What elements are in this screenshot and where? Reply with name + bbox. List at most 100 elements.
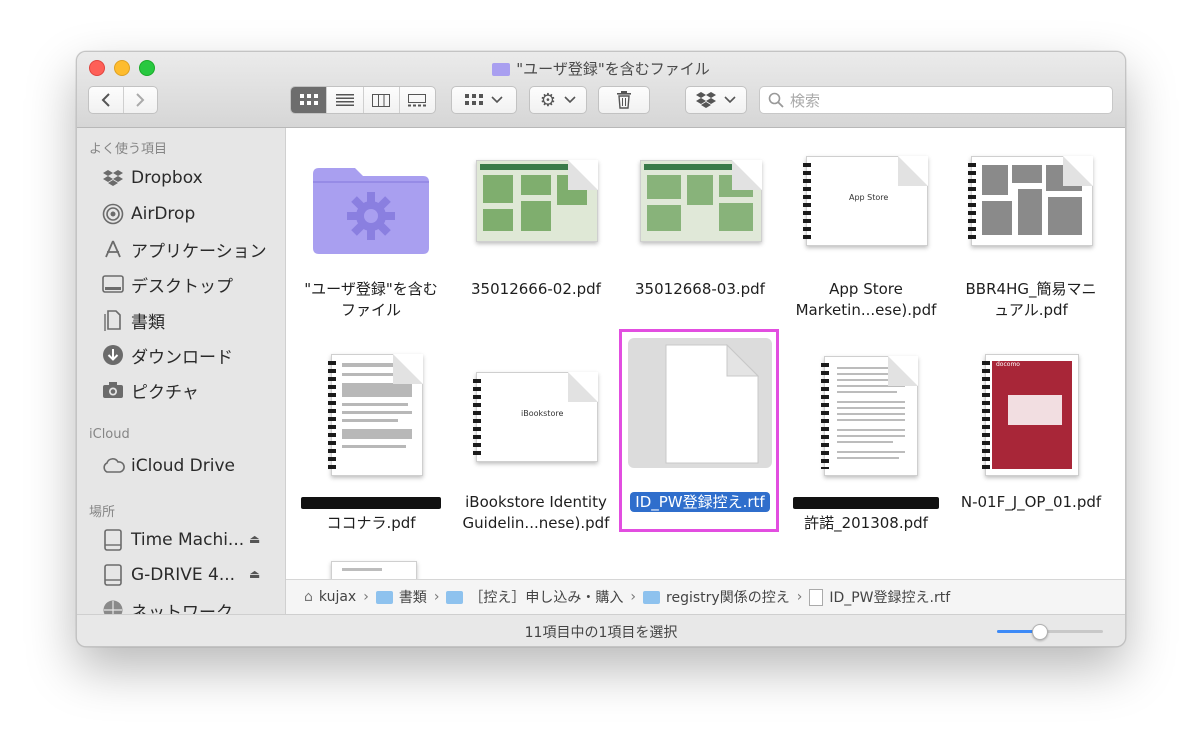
- navigation-buttons: [88, 86, 158, 114]
- sidebar-item-documents[interactable]: 書類: [101, 308, 165, 333]
- binding-spiral: [982, 361, 990, 469]
- file-item-rtf-selected[interactable]: ID_PW登録控え.rtf: [619, 329, 780, 554]
- path-item-documents[interactable]: 書類: [399, 587, 427, 607]
- gallery-view-button[interactable]: [400, 87, 435, 113]
- column-view-button[interactable]: [364, 87, 400, 113]
- binding-spiral: [803, 163, 811, 239]
- sidebar-item-network[interactable]: ネットワーク: [101, 598, 233, 614]
- sidebar-item-label: Time Machi...: [131, 530, 245, 550]
- sidebar-item-g-drive[interactable]: G-DRIVE 4...: [101, 563, 235, 587]
- sidebar-item-pictures[interactable]: ピクチャ: [101, 378, 199, 403]
- delete-button[interactable]: [598, 86, 650, 114]
- icon-view-button[interactable]: [291, 87, 328, 113]
- sidebar-item-label: ネットワーク: [131, 602, 233, 615]
- locations-heading: 場所: [89, 505, 116, 520]
- redacted-name: [786, 492, 946, 513]
- grid-icon: [299, 94, 318, 105]
- columns-icon: [372, 93, 391, 107]
- page-fold: [393, 354, 423, 384]
- list-view-button[interactable]: [327, 87, 364, 113]
- chevron-left-icon: [101, 93, 110, 107]
- chevron-down-icon: [491, 96, 503, 104]
- sidebar-item-airdrop[interactable]: AirDrop: [101, 202, 195, 226]
- disk-icon: [101, 564, 125, 586]
- file-item-folder[interactable]: "ユーザ登録"を含む ファイル: [291, 148, 451, 338]
- slider-knob[interactable]: [1032, 624, 1048, 640]
- trash-icon: [617, 91, 631, 109]
- file-name: 35012666-02.pdf: [471, 280, 601, 298]
- sidebar-item-applications[interactable]: アプリケーション: [101, 237, 267, 262]
- sidebar-item-dropbox[interactable]: Dropbox: [101, 166, 203, 190]
- sidebar-item-time-machine[interactable]: Time Machi...: [101, 528, 244, 552]
- path-item-file[interactable]: ID_PW登録控え.rtf: [829, 587, 950, 607]
- file-item-pdf[interactable]: 許諾_201308.pdf: [786, 354, 946, 554]
- binding-spiral: [328, 361, 336, 469]
- sidebar-item-label: iCloud Drive: [131, 456, 236, 476]
- back-button[interactable]: [89, 87, 124, 113]
- path-item-folder[interactable]: registry関係の控え: [666, 587, 790, 607]
- icon-size-slider[interactable]: [997, 624, 1103, 640]
- file-item-pdf[interactable]: ココナラ.pdf: [291, 354, 451, 554]
- sidebar-item-icloud-drive[interactable]: iCloud Drive: [101, 454, 235, 478]
- window-title-text: "ユーザ登録"を含むファイル: [516, 60, 710, 78]
- documents-icon: [101, 309, 125, 331]
- airdrop-icon: [101, 203, 125, 225]
- page-fold: [568, 160, 598, 190]
- list-icon: [335, 94, 354, 106]
- sidebar-item-label: 書類: [131, 312, 165, 333]
- pdf-thumbnail: [328, 354, 423, 476]
- window-title: "ユーザ登録"を含むファイル: [77, 58, 1125, 79]
- chevron-down-icon: [564, 96, 576, 104]
- pdf-thumbnail: docomo: [982, 354, 1079, 476]
- sidebar-item-label: G-DRIVE 4...: [131, 565, 236, 585]
- gallery-icon: [408, 93, 427, 106]
- eject-icon[interactable]: ⏏: [249, 532, 260, 546]
- thumbnail-title: iBookstore: [521, 409, 564, 418]
- file-item-pdf[interactable]: 35012668-03.pdf: [620, 148, 780, 338]
- dropbox-icon: [101, 167, 125, 189]
- folder-icon: [643, 590, 661, 604]
- sidebar-item-desktop[interactable]: デスクトップ: [101, 272, 233, 297]
- forward-button[interactable]: [124, 87, 158, 113]
- file-item-pdf[interactable]: App Store App Store Marketin...ese).pdf: [786, 148, 946, 338]
- page-fold: [898, 156, 928, 186]
- file-item-pdf[interactable]: 35012666-02.pdf: [456, 148, 616, 338]
- file-item-pdf[interactable]: docomo N-01F_J_OP_01.pdf: [951, 354, 1111, 554]
- gear-icon: ⚙: [539, 89, 557, 111]
- file-name: N-01F_J_OP_01.pdf: [960, 493, 1102, 511]
- path-item-home[interactable]: kujax: [319, 589, 356, 605]
- page-fold: [1063, 156, 1093, 186]
- desktop-icon: [101, 273, 125, 295]
- smart-folder-icon: [492, 63, 511, 76]
- home-icon: ⌂: [304, 589, 313, 605]
- file-name: BBR4HG_簡易マニ: [965, 280, 1097, 298]
- file-item-pdf[interactable]: BBR4HG_簡易マニ ュアル.pdf: [951, 148, 1111, 338]
- file-name-selected: ID_PW登録控え.rtf: [620, 492, 780, 513]
- cover-block: [1008, 395, 1062, 425]
- file-item-pdf[interactable]: iBookstore iBookstore Identity Guidelin.…: [456, 354, 616, 554]
- pdf-thumbnail-partial[interactable]: [331, 561, 417, 579]
- toolbar: "ユーザ登録"を含むファイル ⚙ 検索: [77, 52, 1125, 128]
- dropbox-menu-button[interactable]: [685, 86, 747, 114]
- group-by-button[interactable]: [451, 86, 517, 114]
- selection-status: 11項目中の1項目を選択: [524, 625, 678, 641]
- file-name: ファイル: [340, 301, 401, 319]
- redaction-bar: [301, 496, 441, 509]
- action-button[interactable]: ⚙: [529, 86, 587, 114]
- pdf-thumbnail: [476, 160, 598, 242]
- search-field[interactable]: 検索: [759, 86, 1113, 114]
- file-name: App Store: [829, 280, 903, 298]
- chevron-right-icon: [136, 93, 145, 107]
- binding-spiral: [473, 379, 481, 455]
- thumbnail-title: App Store: [849, 193, 889, 202]
- dropbox-icon: [696, 92, 716, 108]
- path-item-folder[interactable]: ［控え］申し込み・購入: [469, 587, 623, 607]
- downloads-icon: [101, 344, 125, 366]
- search-icon: [768, 92, 784, 108]
- folder-icon: [311, 160, 431, 256]
- sidebar-item-downloads[interactable]: ダウンロード: [101, 343, 233, 368]
- file-name: iBookstore Identity: [465, 493, 607, 511]
- eject-icon[interactable]: ⏏: [249, 567, 260, 581]
- pdf-thumbnail: App Store: [803, 156, 928, 246]
- camera-icon: [101, 379, 125, 401]
